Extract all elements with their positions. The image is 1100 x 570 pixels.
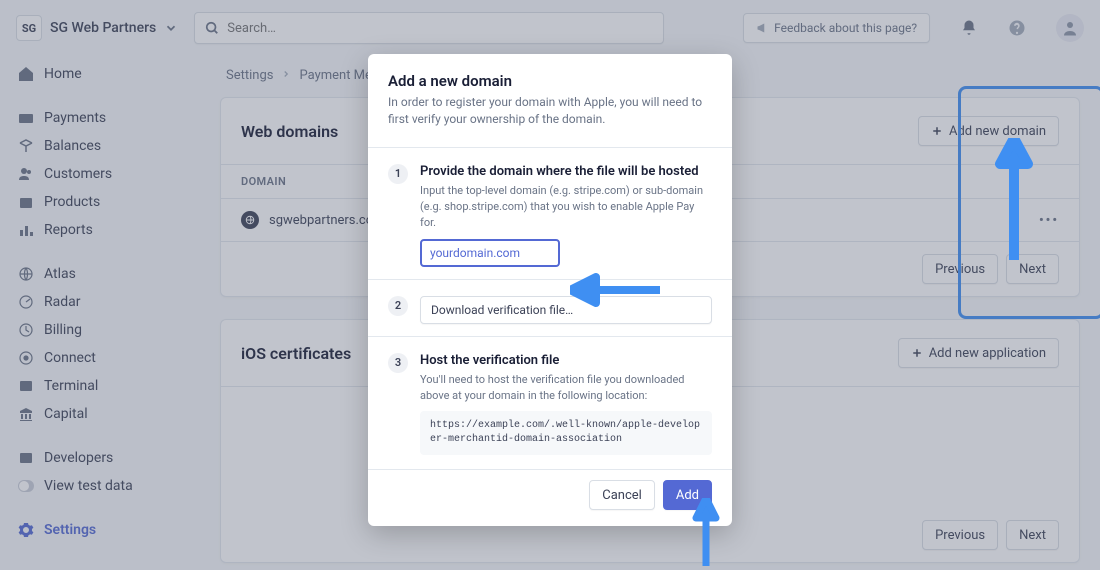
- step-title: Provide the domain where the file will b…: [420, 164, 712, 179]
- add-domain-modal: Add a new domain In order to register yo…: [368, 54, 732, 526]
- step-number: 3: [388, 353, 408, 373]
- domain-input[interactable]: [420, 239, 560, 267]
- step-1: 1 Provide the domain where the file will…: [368, 152, 732, 275]
- download-verification-button[interactable]: Download verification file…: [420, 296, 712, 324]
- step-number: 2: [388, 296, 408, 316]
- step-number: 1: [388, 164, 408, 184]
- button-label: Add: [676, 488, 699, 503]
- button-label: Cancel: [602, 488, 642, 503]
- modal-title: Add a new domain: [388, 72, 712, 90]
- step-desc: You'll need to host the verification fil…: [420, 372, 712, 404]
- step-3: 3 Host the verification file You'll need…: [368, 341, 732, 464]
- modal-subtitle: In order to register your domain with Ap…: [388, 94, 712, 129]
- button-label: Download verification file…: [431, 303, 573, 317]
- step-desc: Input the top-level domain (e.g. stripe.…: [420, 183, 712, 231]
- add-button[interactable]: Add: [663, 480, 712, 510]
- cancel-button[interactable]: Cancel: [589, 480, 655, 510]
- step-title: Host the verification file: [420, 353, 712, 368]
- step-2: 2 Download verification file…: [368, 284, 732, 332]
- verification-path-code: https://example.com/.well-known/apple-de…: [420, 411, 712, 455]
